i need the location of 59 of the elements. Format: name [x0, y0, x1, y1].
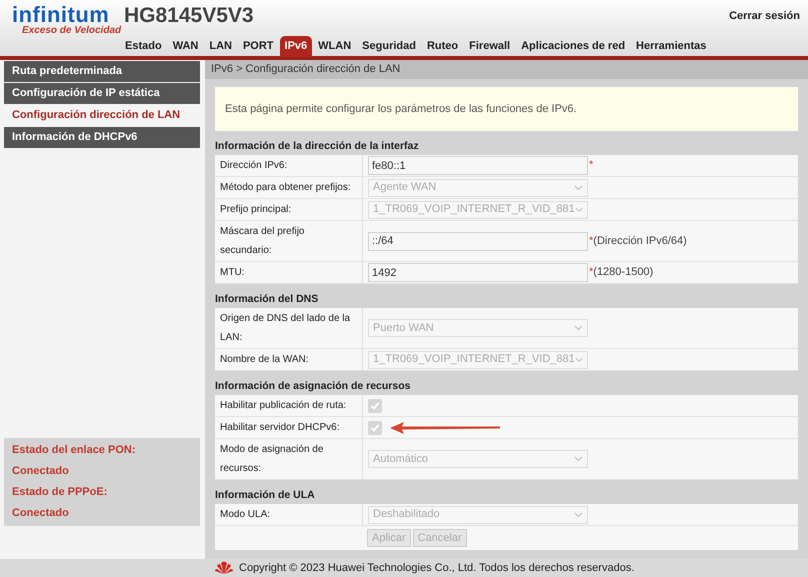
- field-label: Habilitar publicación de ruta:: [215, 395, 363, 416]
- field-label: Prefijo principal:: [215, 199, 363, 220]
- logout-link[interactable]: Cerrar sesión: [729, 8, 800, 24]
- nav-tab[interactable]: Aplicaciones de red: [516, 36, 630, 57]
- flower-logo-icon: [215, 561, 233, 575]
- field-label: Método para obtener prefijos:: [215, 177, 363, 198]
- status-text: Conectado: [11, 464, 70, 479]
- required-mark: *: [589, 265, 594, 280]
- checkbox[interactable]: [368, 398, 382, 412]
- logo: infinitum: [12, 4, 110, 26]
- nav-tab[interactable]: WLAN: [313, 36, 356, 57]
- field-label: MTU:: [215, 262, 363, 283]
- field-hint: (1280-1500): [593, 265, 654, 280]
- breadcrumb: IPv6 > Configuración dirección de LAN: [205, 60, 808, 79]
- section-title: Información de ULA: [215, 488, 316, 502]
- status-text: Estado de PPPoE:: [11, 485, 108, 500]
- chevron-down-icon: [574, 184, 583, 190]
- field-hint: (Dirección IPv6/64): [593, 234, 687, 249]
- chevron-down-icon: [574, 456, 583, 462]
- nav-tab[interactable]: Estado: [120, 36, 167, 57]
- field-label: Máscara del prefijo secundario:: [215, 221, 363, 261]
- nav-tab[interactable]: Ruteo: [422, 36, 464, 57]
- status-text: Estado del enlace PON:: [11, 443, 136, 458]
- chevron-down-icon: [574, 356, 583, 362]
- field-label: Dirección IPv6:: [215, 155, 363, 176]
- field-label: Modo ULA:: [215, 504, 363, 525]
- section-title: Información de asignación de recursos: [215, 379, 412, 393]
- text-field[interactable]: fe80::1: [368, 156, 588, 175]
- field-label: Habilitar servidor DHCPv6:: [215, 417, 363, 438]
- nav-tab[interactable]: Firewall: [464, 36, 516, 57]
- nav-tab[interactable]: PORT: [238, 36, 279, 57]
- nav-tab[interactable]: LAN: [204, 36, 237, 57]
- checkmark-icon: [370, 422, 380, 432]
- model-name: HG8145V5V3: [123, 3, 255, 29]
- chevron-down-icon: [574, 512, 583, 518]
- nav-tab[interactable]: IPv6: [280, 36, 312, 57]
- text-field[interactable]: 1492: [368, 263, 588, 282]
- nav-tab[interactable]: WAN: [168, 36, 204, 57]
- text-field[interactable]: ::/64: [368, 232, 588, 250]
- sidebar-item[interactable]: Configuración de IP estática: [4, 83, 200, 104]
- notice-box: Esta página permite configurar los parámetros de las funciones de IPv6.: [215, 87, 798, 131]
- nav-tab[interactable]: Seguridad: [357, 36, 421, 57]
- nav-tab[interactable]: Herramientas: [631, 36, 712, 57]
- checkmark-icon: [370, 400, 380, 410]
- field-label: Modo de asignación de recursos:: [215, 439, 363, 479]
- status-text: Conectado: [11, 506, 70, 521]
- section-title: Información de la dirección de la interfaz: [215, 139, 420, 153]
- field-label: Nombre de la WAN:: [215, 349, 363, 370]
- sidebar-item[interactable]: Información de DHCPv6: [4, 127, 200, 148]
- section-title: Información del DNS: [215, 292, 320, 306]
- logo-slogan: Exceso de Velocidad: [21, 26, 120, 36]
- chevron-down-icon: [574, 206, 583, 212]
- field-label: Origen de DNS del lado de la LAN:: [215, 308, 363, 348]
- chevron-down-icon: [574, 325, 583, 331]
- required-mark: *: [589, 158, 594, 174]
- required-mark: *: [589, 234, 594, 249]
- sidebar-item[interactable]: Ruta predeterminada: [4, 61, 200, 82]
- checkbox[interactable]: [368, 420, 382, 434]
- copyright-text: Copyright © 2023 Huawei Technologies Co., Ltd. Todos los derechos reservados.: [239, 560, 634, 576]
